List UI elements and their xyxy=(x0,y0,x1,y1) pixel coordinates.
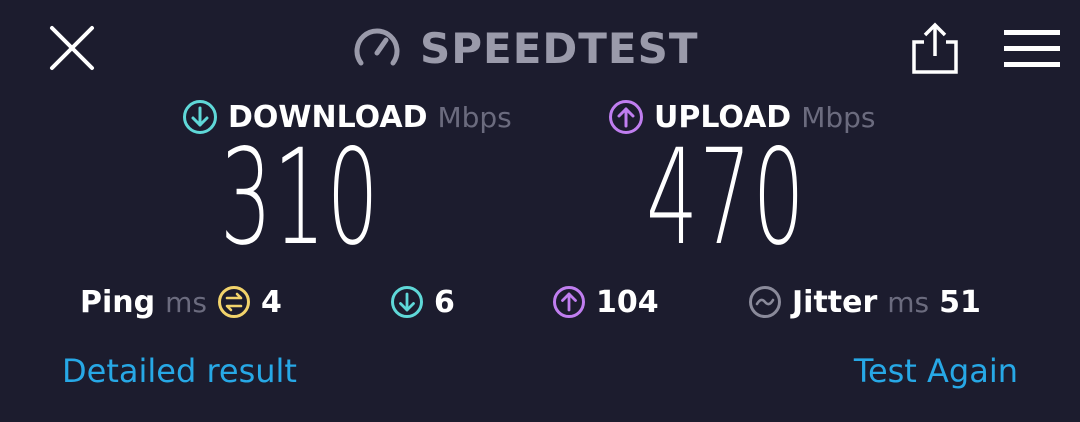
upload-speed-value: 470 xyxy=(646,121,806,275)
download-latency-value: 6 xyxy=(434,284,455,320)
detailed-result-link[interactable]: Detailed result xyxy=(62,352,297,390)
jitter-label: Jitter xyxy=(792,284,878,320)
upload-latency-stat: 104 xyxy=(552,280,659,324)
jitter-unit: ms xyxy=(887,285,930,319)
arrow-down-circle-icon xyxy=(391,286,423,318)
upload-unit: Mbps xyxy=(801,100,876,134)
jitter-stat: Jitter ms 51 xyxy=(748,280,981,324)
speedometer-icon xyxy=(354,28,400,66)
app-title: SPEEDTEST xyxy=(420,23,699,73)
jitter-value: 51 xyxy=(939,284,981,320)
download-unit: Mbps xyxy=(437,100,512,134)
share-icon xyxy=(912,22,958,74)
ping-label: Ping xyxy=(80,284,156,320)
share-button[interactable] xyxy=(906,22,964,76)
jitter-wave-icon xyxy=(749,286,781,318)
app-brand: SPEEDTEST xyxy=(352,20,699,76)
download-latency-stat: 6 xyxy=(390,280,455,324)
ping-unit: ms xyxy=(165,285,207,319)
speedtest-result-screen: SPEEDTEST DOWNLOAD Mbps UPLOAD Mbps 310 … xyxy=(0,0,1080,422)
menu-button[interactable] xyxy=(1002,28,1062,70)
test-again-link[interactable]: Test Again xyxy=(854,352,1018,390)
ping-exchange-icon xyxy=(217,286,250,318)
ping-stat: Ping ms 4 xyxy=(80,280,282,324)
hamburger-menu-icon xyxy=(1004,30,1060,67)
ping-value: 4 xyxy=(260,284,282,320)
upload-latency-value: 104 xyxy=(596,284,659,320)
close-icon xyxy=(50,26,94,70)
arrow-down-circle-icon xyxy=(183,100,217,134)
close-button[interactable] xyxy=(46,22,98,74)
arrow-up-circle-icon xyxy=(553,286,585,318)
download-speed-value: 310 xyxy=(220,121,380,275)
arrow-up-circle-icon xyxy=(609,100,643,134)
